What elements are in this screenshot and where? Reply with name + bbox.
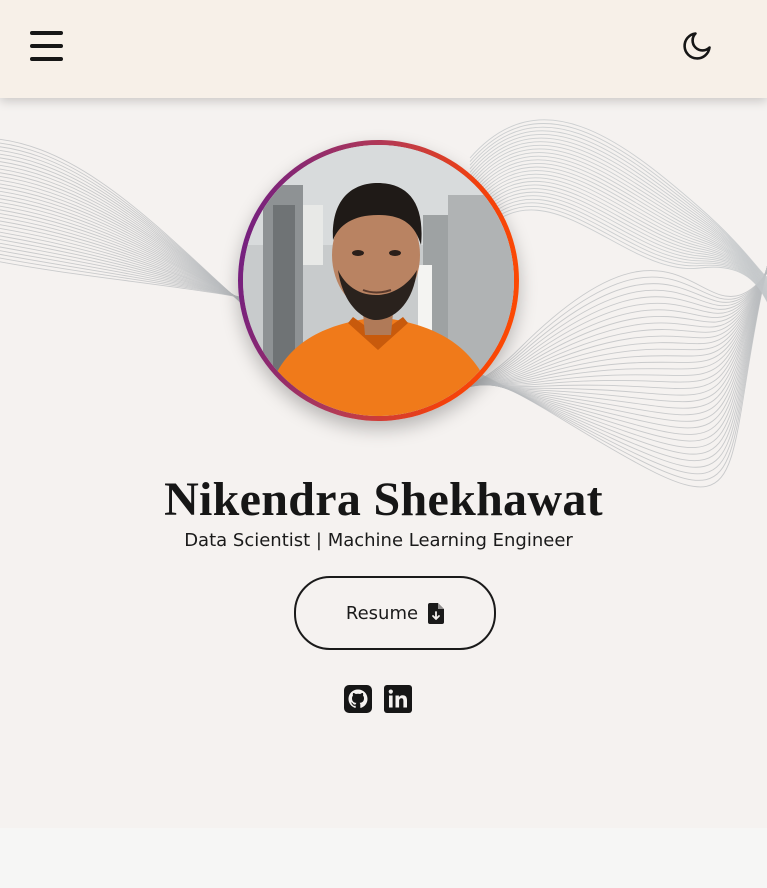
resume-button-label: Resume bbox=[345, 602, 419, 624]
resume-button[interactable]: Resume bbox=[294, 576, 496, 650]
navbar bbox=[0, 0, 767, 98]
social-links bbox=[344, 685, 414, 713]
moon-icon[interactable] bbox=[681, 30, 713, 62]
page-title: Nikendra Shekhawat bbox=[164, 473, 603, 526]
next-section-strip bbox=[0, 828, 767, 888]
linkedin-icon[interactable] bbox=[384, 685, 412, 713]
avatar-ring bbox=[238, 140, 519, 421]
profile-photo bbox=[243, 145, 514, 416]
file-download-icon bbox=[428, 602, 445, 624]
job-title: Data Scientist | Machine Learning Engine… bbox=[184, 530, 573, 551]
hero-section: Nikendra Shekhawat Data Scientist | Mach… bbox=[0, 98, 767, 828]
github-icon[interactable] bbox=[344, 685, 372, 713]
hamburger-menu-icon[interactable] bbox=[29, 29, 65, 63]
